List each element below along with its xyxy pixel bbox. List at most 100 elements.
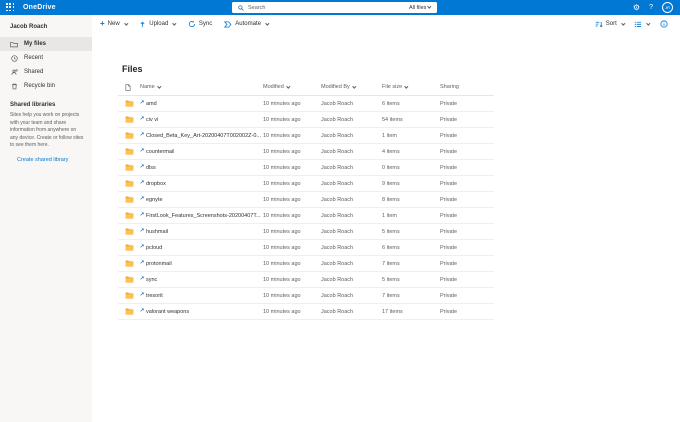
table-row[interactable]: civ vi 10 minutes ago Jacob Roach 54 ite… xyxy=(118,112,494,128)
table-row[interactable]: dropbox 10 minutes ago Jacob Roach 9 ite… xyxy=(118,176,494,192)
help-icon[interactable]: ? xyxy=(649,4,653,11)
sidebar-item-recent[interactable]: Recent xyxy=(0,51,92,65)
link-indicator-icon xyxy=(140,227,144,232)
sidebar-item-label: My files xyxy=(24,41,47,47)
file-size-cell: 8 items xyxy=(382,196,400,203)
table-row[interactable]: FirstLook_Features_Screenshots-20200407T… xyxy=(118,208,494,224)
sort-button-label: Sort xyxy=(605,21,617,27)
folder-icon xyxy=(118,196,140,203)
create-shared-library-link[interactable]: Create shared library xyxy=(0,150,92,163)
file-name-link[interactable]: dlss xyxy=(140,163,263,171)
table-row[interactable]: pcloud 10 minutes ago Jacob Roach 6 item… xyxy=(118,240,494,256)
sync-button[interactable]: Sync xyxy=(188,20,212,28)
modified-by-cell: Jacob Roach xyxy=(321,148,354,155)
avatar[interactable]: JR xyxy=(662,2,673,13)
column-header-sharing[interactable]: Sharing xyxy=(440,84,494,90)
sharing-cell: Private xyxy=(440,100,458,107)
sidebar-item-shared[interactable]: Shared xyxy=(0,65,92,79)
link-indicator-icon xyxy=(140,243,144,248)
table-row[interactable]: amd 10 minutes ago Jacob Roach 6 items P… xyxy=(118,96,494,112)
chevron-down-icon xyxy=(124,21,128,25)
table-row[interactable]: Closed_Beta_Key_Art-20200407T002002Z-0..… xyxy=(118,128,494,144)
chevron-down-icon xyxy=(352,84,356,88)
sharing-cell: Private xyxy=(440,148,458,155)
folder-icon xyxy=(118,292,140,299)
table-row[interactable]: valorant weapons 10 minutes ago Jacob Ro… xyxy=(118,304,494,320)
modified-cell: 10 minutes ago xyxy=(263,164,301,171)
table-row[interactable]: protonmail 10 minutes ago Jacob Roach 7 … xyxy=(118,256,494,272)
file-name-link[interactable]: Closed_Beta_Key_Art-20200407T002002Z-0..… xyxy=(140,131,263,139)
column-header-name[interactable]: Name xyxy=(140,84,263,90)
column-header-modified-by[interactable]: Modified By xyxy=(321,84,382,90)
modified-by-cell: Jacob Roach xyxy=(321,180,354,187)
folder-icon xyxy=(118,308,140,315)
file-size-cell: 1 item xyxy=(382,132,397,139)
main-content: + New Upload Sync Automate Sort Files Na… xyxy=(92,15,680,422)
modified-cell: 10 minutes ago xyxy=(263,244,301,251)
sharing-cell: Private xyxy=(440,132,458,139)
file-name-link[interactable]: egnyte xyxy=(140,195,263,203)
file-name-link[interactable]: pcloud xyxy=(140,243,263,251)
column-header-file-size[interactable]: File size xyxy=(382,84,440,90)
file-size-cell: 0 items xyxy=(382,164,400,171)
sharing-cell: Private xyxy=(440,308,458,315)
file-name-link[interactable]: civ vi xyxy=(140,115,263,123)
file-name-link[interactable]: sync xyxy=(140,275,263,283)
file-name-link[interactable]: hushmail xyxy=(140,227,263,235)
sidebar-item-label: Recent xyxy=(24,55,44,61)
file-name-link[interactable]: dropbox xyxy=(140,179,263,187)
clock-icon xyxy=(10,54,18,62)
people-icon xyxy=(10,68,18,76)
file-size-cell: 1 item xyxy=(382,212,397,219)
file-size-cell: 5 items xyxy=(382,276,400,283)
column-header-modified[interactable]: Modified xyxy=(263,84,321,90)
search-icon xyxy=(238,4,244,11)
modified-cell: 10 minutes ago xyxy=(263,132,301,139)
chevron-down-icon xyxy=(157,84,161,88)
table-row[interactable]: tresorit 10 minutes ago Jacob Roach 7 it… xyxy=(118,288,494,304)
view-options-button[interactable] xyxy=(634,21,651,28)
link-indicator-icon xyxy=(140,179,144,184)
folder-icon xyxy=(118,116,140,123)
table-body: amd 10 minutes ago Jacob Roach 6 items P… xyxy=(118,96,494,320)
info-button[interactable] xyxy=(660,20,668,28)
table-row[interactable]: dlss 10 minutes ago Jacob Roach 0 items … xyxy=(118,160,494,176)
file-name-link[interactable]: countermail xyxy=(140,147,263,155)
folder-icon xyxy=(118,212,140,219)
file-name-link[interactable]: protonmail xyxy=(140,259,263,267)
sharing-cell: Private xyxy=(440,116,458,123)
modified-by-cell: Jacob Roach xyxy=(321,196,354,203)
file-name-link[interactable]: valorant weapons xyxy=(140,307,263,315)
file-name-link[interactable]: FirstLook_Features_Screenshots-20200407T… xyxy=(140,211,263,219)
file-size-cell: 54 items xyxy=(382,116,403,123)
link-indicator-icon xyxy=(140,259,144,264)
sort-button[interactable]: Sort xyxy=(595,21,625,28)
modified-by-cell: Jacob Roach xyxy=(321,212,354,219)
app-launcher-icon[interactable] xyxy=(6,3,15,12)
file-type-column-icon[interactable] xyxy=(118,83,140,91)
new-button[interactable]: + New xyxy=(100,20,128,28)
search-scope-dropdown[interactable]: All files xyxy=(409,5,437,11)
chevron-down-icon xyxy=(621,21,625,25)
sidebar-item-recycle-bin[interactable]: Recycle bin xyxy=(0,79,92,93)
table-row[interactable]: countermail 10 minutes ago Jacob Roach 4… xyxy=(118,144,494,160)
settings-gear-icon[interactable]: ⚙ xyxy=(633,3,640,12)
chevron-down-icon xyxy=(646,21,651,25)
table-row[interactable]: hushmail 10 minutes ago Jacob Roach 5 it… xyxy=(118,224,494,240)
file-name-link[interactable]: tresorit xyxy=(140,291,263,299)
sidebar-item-label: Recycle bin xyxy=(24,83,56,89)
search-input[interactable]: Search All files xyxy=(232,2,437,13)
link-indicator-icon xyxy=(140,307,144,312)
file-name-link[interactable]: amd xyxy=(140,99,263,107)
modified-cell: 10 minutes ago xyxy=(263,260,301,267)
sync-button-label: Sync xyxy=(198,21,213,27)
view-options-icon xyxy=(634,21,642,28)
table-row[interactable]: sync 10 minutes ago Jacob Roach 5 items … xyxy=(118,272,494,288)
sidebar-item-my-files[interactable]: My files xyxy=(0,37,92,51)
upload-button[interactable]: Upload xyxy=(139,21,177,28)
table-row[interactable]: egnyte 10 minutes ago Jacob Roach 8 item… xyxy=(118,192,494,208)
sidebar-user-name: Jacob Roach xyxy=(10,24,48,30)
automate-button[interactable]: Automate xyxy=(224,20,270,28)
link-indicator-icon xyxy=(140,99,144,104)
file-size-cell: 7 items xyxy=(382,292,400,299)
